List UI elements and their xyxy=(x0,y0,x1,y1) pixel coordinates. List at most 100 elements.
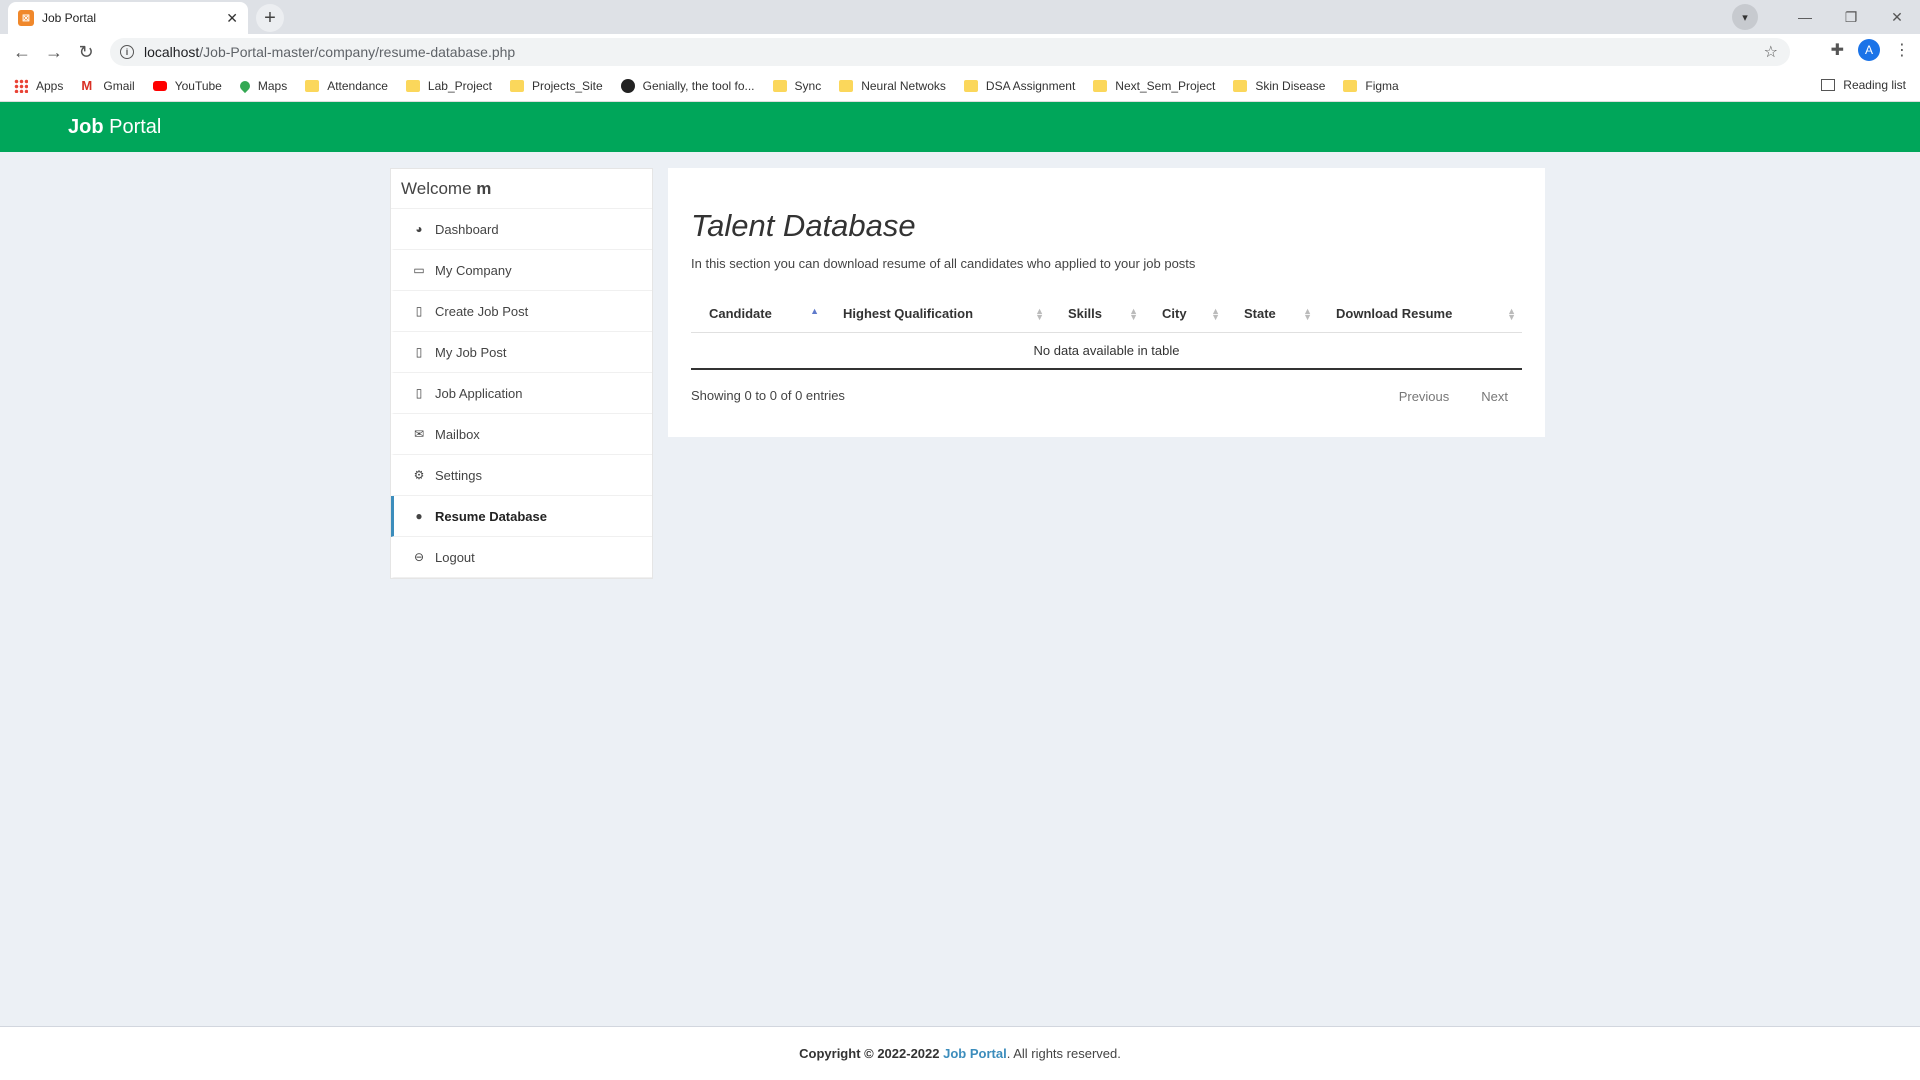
minimize-icon[interactable]: — xyxy=(1782,9,1828,25)
bookmark-youtube[interactable]: YouTube xyxy=(152,79,222,93)
new-tab-button[interactable]: + xyxy=(256,4,284,32)
logout-icon: ⊖ xyxy=(413,550,425,564)
bookmark-gmail[interactable]: M Gmail xyxy=(81,77,134,93)
main-content: Talent Database In this section you can … xyxy=(668,168,1545,437)
table-info: Showing 0 to 0 of 0 entries xyxy=(691,388,845,403)
youtube-icon xyxy=(152,80,167,91)
bookmark-apps[interactable]: Apps xyxy=(14,78,63,93)
username: m xyxy=(476,179,492,198)
column-header-highest-qualification[interactable]: Highest Qualification ▲ ▼ xyxy=(825,296,1050,333)
gmail-icon: M xyxy=(81,77,93,93)
column-header-state[interactable]: State ▲ ▼ xyxy=(1226,296,1318,333)
extensions-icon[interactable]: ✚ xyxy=(1831,40,1844,60)
sidebar-item-my-job-post[interactable]: ▯ My Job Post xyxy=(391,332,652,373)
user-icon: ● xyxy=(415,509,423,523)
folder-icon xyxy=(1343,79,1358,92)
bookmark-maps[interactable]: Maps xyxy=(237,78,287,93)
file-icon: ▯ xyxy=(415,304,423,318)
bookmark-figma[interactable]: Figma xyxy=(1343,79,1399,93)
sort-icon: ▲ ▼ xyxy=(1211,306,1220,322)
pagination: Previous Next xyxy=(1399,389,1508,404)
sidebar-item-job-application[interactable]: ▯ Job Application xyxy=(391,373,652,414)
sidebar-item-dashboard[interactable]: ◕ Dashboard xyxy=(391,209,652,250)
apps-grid-icon xyxy=(14,78,28,93)
sidebar-item-resume-database[interactable]: ● Resume Database xyxy=(391,496,652,537)
xampp-favicon-icon: ⊠ xyxy=(18,10,34,26)
close-window-icon[interactable]: ✕ xyxy=(1874,9,1920,26)
bookmark-skin-disease[interactable]: Skin Disease xyxy=(1233,79,1325,93)
next-button[interactable]: Next xyxy=(1481,389,1508,404)
profile-avatar[interactable]: A xyxy=(1858,39,1880,61)
folder-icon xyxy=(963,79,978,92)
toolbar-right: ✚ A ⋮ xyxy=(1831,39,1910,61)
bookmarks-bar: Apps M Gmail YouTube Maps Attendance Lab_… xyxy=(0,70,1920,102)
bookmark-lab-project[interactable]: Lab_Project xyxy=(405,79,492,93)
previous-button[interactable]: Previous xyxy=(1399,389,1450,404)
url-text: localhost/Job-Portal-master/company/resu… xyxy=(144,44,516,60)
bookmark-attendance[interactable]: Attendance xyxy=(305,79,388,93)
folder-icon xyxy=(305,79,320,92)
sidebar-item-create-job-post[interactable]: ▯ Create Job Post xyxy=(391,291,652,332)
column-header-city[interactable]: City ▲ ▼ xyxy=(1144,296,1226,333)
tab-title: Job Portal xyxy=(42,11,97,25)
sort-icon: ▲ ▼ xyxy=(1303,306,1312,322)
maps-pin-icon xyxy=(237,78,252,93)
browser-tab[interactable]: ⊠ Job Portal ✕ xyxy=(8,2,248,34)
app-header: Job Portal xyxy=(0,102,1920,152)
sidebar-item-my-company[interactable]: ▭ My Company xyxy=(391,250,652,291)
restore-icon[interactable]: ❐ xyxy=(1828,9,1874,26)
bookmark-genially[interactable]: Genially, the tool fo... xyxy=(620,78,755,93)
folder-icon xyxy=(509,79,524,92)
welcome-text: Welcome m xyxy=(391,169,652,209)
page-title: Talent Database xyxy=(691,208,916,243)
dashboard-icon: ◕ xyxy=(415,222,423,236)
reading-list[interactable]: Reading list xyxy=(1821,78,1906,92)
browser-tab-bar: ⊠ Job Portal ✕ + ▾ — ❐ ✕ xyxy=(0,0,1920,34)
bookmark-sync[interactable]: Sync xyxy=(772,79,821,93)
folder-icon xyxy=(1233,79,1248,92)
back-icon[interactable]: ← xyxy=(6,42,38,63)
sort-icon: ▲ ▼ xyxy=(1035,306,1044,322)
brand-logo[interactable]: Job Portal xyxy=(68,116,161,139)
tab-search-icon[interactable]: ▾ xyxy=(1732,4,1758,30)
site-info-icon[interactable]: i xyxy=(120,45,134,59)
sort-icon: ▲ ▼ xyxy=(1507,306,1516,322)
forward-icon[interactable]: → xyxy=(38,42,70,63)
bookmark-next-sem-project[interactable]: Next_Sem_Project xyxy=(1093,79,1215,93)
footer: Copyright © 2022-2022 Job Portal. All ri… xyxy=(0,1026,1920,1080)
table-row: No data available in table xyxy=(691,332,1522,370)
reading-list-icon xyxy=(1821,79,1836,91)
sidebar-item-logout[interactable]: ⊖ Logout xyxy=(391,537,652,578)
folder-icon xyxy=(1093,79,1108,92)
monitor-icon: ▭ xyxy=(413,263,425,277)
sort-asc-icon: ▲ xyxy=(810,306,819,316)
menu-icon[interactable]: ⋮ xyxy=(1894,40,1910,60)
empty-table-message: No data available in table xyxy=(691,332,1522,370)
file-icon: ▯ xyxy=(415,345,423,359)
reload-icon[interactable]: ↻ xyxy=(70,42,102,63)
browser-toolbar: ← → ↻ i localhost/Job-Portal-master/comp… xyxy=(0,34,1920,70)
bookmark-dsa-assignment[interactable]: DSA Assignment xyxy=(963,79,1075,93)
bookmark-projects-site[interactable]: Projects_Site xyxy=(509,79,603,93)
close-tab-icon[interactable]: ✕ xyxy=(226,10,238,27)
bookmark-star-icon[interactable]: ☆ xyxy=(1764,42,1778,62)
gear-icon: ⚙ xyxy=(413,468,425,482)
page-description: In this section you can download resume … xyxy=(691,256,1196,271)
window-controls: ▾ — ❐ ✕ xyxy=(1732,0,1920,34)
column-header-skills[interactable]: Skills ▲ ▼ xyxy=(1050,296,1144,333)
envelope-icon: ✉ xyxy=(413,427,425,441)
genially-icon xyxy=(620,78,635,93)
column-header-candidate[interactable]: Candidate ▲ xyxy=(691,296,825,333)
folder-icon xyxy=(405,79,420,92)
folder-icon xyxy=(772,79,787,92)
copyright-text: Copyright © 2022-2022 Job Portal. All ri… xyxy=(799,1046,1121,1061)
folder-icon xyxy=(839,79,854,92)
talent-table: Candidate ▲ Highest Qualification ▲ ▼ Skill… xyxy=(691,296,1522,370)
sidebar-item-mailbox[interactable]: ✉ Mailbox xyxy=(391,414,652,455)
sidebar-item-settings[interactable]: ⚙ Settings xyxy=(391,455,652,496)
bookmark-neural-netwoks[interactable]: Neural Netwoks xyxy=(839,79,946,93)
address-bar[interactable]: i localhost/Job-Portal-master/company/re… xyxy=(110,38,1790,66)
footer-link[interactable]: Job Portal xyxy=(943,1046,1007,1061)
column-header-download-resume[interactable]: Download Resume ▲ ▼ xyxy=(1318,296,1522,333)
file-icon: ▯ xyxy=(415,386,423,400)
